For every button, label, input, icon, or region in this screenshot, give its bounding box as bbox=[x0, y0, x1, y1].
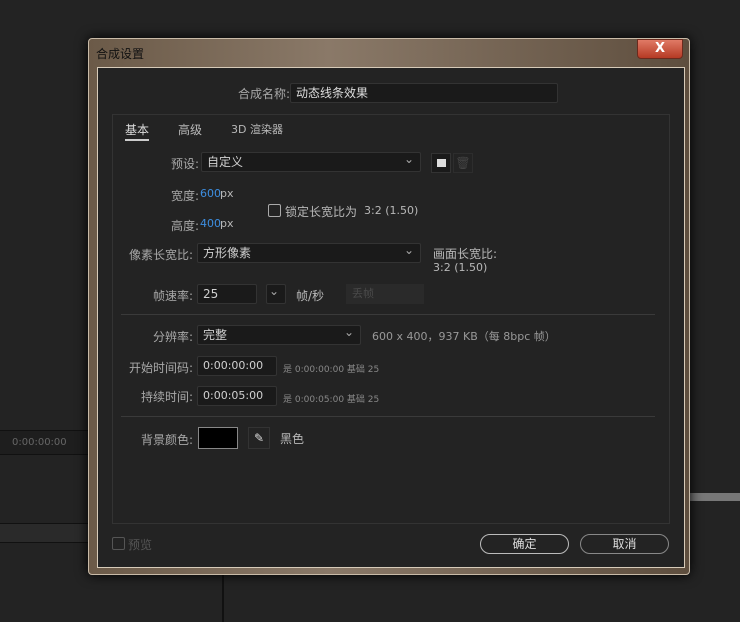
trash-icon: 🗑 bbox=[455, 156, 471, 170]
preset-label: 预设: bbox=[170, 157, 199, 171]
frame-aspect-value: 3:2 (1.50) bbox=[433, 261, 488, 274]
timecode[interactable]: 0:00:00:00 bbox=[12, 437, 67, 448]
tab-3d-renderer[interactable]: 3D 渲染器 bbox=[231, 121, 283, 137]
height-value[interactable]: 400 bbox=[200, 217, 221, 230]
dialog-title: 合成设置 bbox=[96, 47, 145, 61]
composition-settings-dialog: 合成设置 X 合成名称: 动态线条效果 基本 高级 3D 渲染器 预设: 自定义… bbox=[88, 38, 690, 575]
tab-panel: 基本 高级 3D 渲染器 预设: 自定义 🗑 宽度: 600 px 高度: 40… bbox=[112, 114, 670, 524]
panel-divider bbox=[222, 575, 224, 622]
lock-aspect-ratio: 3:2 (1.50) bbox=[364, 204, 419, 217]
resolution-label: 分辨率: bbox=[152, 330, 193, 344]
pixel-aspect-dropdown[interactable]: 方形像素 bbox=[197, 241, 421, 263]
duration-input[interactable]: 0:00:05:00 bbox=[197, 386, 277, 406]
divider bbox=[121, 416, 655, 417]
save-preset-button[interactable] bbox=[431, 153, 451, 173]
preset-dropdown[interactable]: 自定义 bbox=[201, 150, 421, 172]
resolution-info: 600 x 400，937 KB（每 8bpc 帧） bbox=[372, 330, 556, 343]
comp-name-input[interactable]: 动态线条效果 bbox=[290, 83, 558, 103]
pixel-aspect-label: 像素长宽比: bbox=[128, 248, 193, 262]
eyedropper-icon: ✎ bbox=[253, 431, 265, 445]
frame-rate-unit: 帧/秒 bbox=[296, 289, 325, 303]
scrollbar[interactable] bbox=[690, 493, 740, 501]
frame-rate-input[interactable]: 25 bbox=[197, 284, 257, 304]
preview-label: 预览 bbox=[128, 538, 153, 552]
resolution-dropdown[interactable]: 完整 bbox=[197, 323, 361, 345]
start-timecode-info: 是 0:00:00:00 基础 25 bbox=[283, 365, 380, 375]
tab-advanced[interactable]: 高级 bbox=[178, 121, 202, 138]
save-icon bbox=[437, 159, 446, 167]
width-label: 宽度: bbox=[170, 189, 199, 203]
cancel-button[interactable]: 取消 bbox=[580, 534, 669, 554]
height-label: 高度: bbox=[170, 219, 199, 233]
comp-name-label: 合成名称: bbox=[237, 87, 290, 101]
layer-header bbox=[0, 523, 90, 543]
dialog-body: 合成名称: 动态线条效果 基本 高级 3D 渲染器 预设: 自定义 🗑 宽度: … bbox=[97, 67, 685, 568]
background-color-label: 背景颜色: bbox=[140, 433, 193, 447]
ok-button[interactable]: 确定 bbox=[480, 534, 569, 554]
lock-aspect-checkbox[interactable] bbox=[268, 204, 281, 217]
height-unit: px bbox=[220, 217, 234, 230]
delete-preset-button[interactable]: 🗑 bbox=[453, 153, 473, 173]
divider bbox=[121, 314, 655, 315]
lock-aspect-label: 锁定长宽比为 bbox=[285, 205, 358, 219]
start-timecode-input[interactable]: 0:00:00:00 bbox=[197, 356, 277, 376]
background-color-name: 黑色 bbox=[280, 432, 305, 446]
frame-aspect-label: 画面长宽比: bbox=[433, 247, 498, 261]
tab-basic[interactable]: 基本 bbox=[125, 121, 150, 141]
close-button[interactable]: X bbox=[637, 39, 683, 59]
duration-label: 持续时间: bbox=[140, 390, 193, 404]
drop-frame-dropdown: 丢帧 bbox=[346, 284, 424, 304]
eyedropper-button[interactable]: ✎ bbox=[248, 427, 270, 449]
frame-rate-dropdown[interactable] bbox=[266, 282, 286, 304]
background-color-swatch[interactable] bbox=[198, 427, 238, 449]
preview-checkbox[interactable] bbox=[112, 537, 125, 550]
frame-rate-label: 帧速率: bbox=[152, 289, 193, 303]
width-unit: px bbox=[220, 187, 234, 200]
timeline-header: 0:00:00:00 bbox=[0, 430, 90, 455]
width-value[interactable]: 600 bbox=[200, 187, 221, 200]
start-timecode-label: 开始时间码: bbox=[128, 361, 193, 375]
duration-info: 是 0:00:05:00 基础 25 bbox=[283, 395, 380, 405]
